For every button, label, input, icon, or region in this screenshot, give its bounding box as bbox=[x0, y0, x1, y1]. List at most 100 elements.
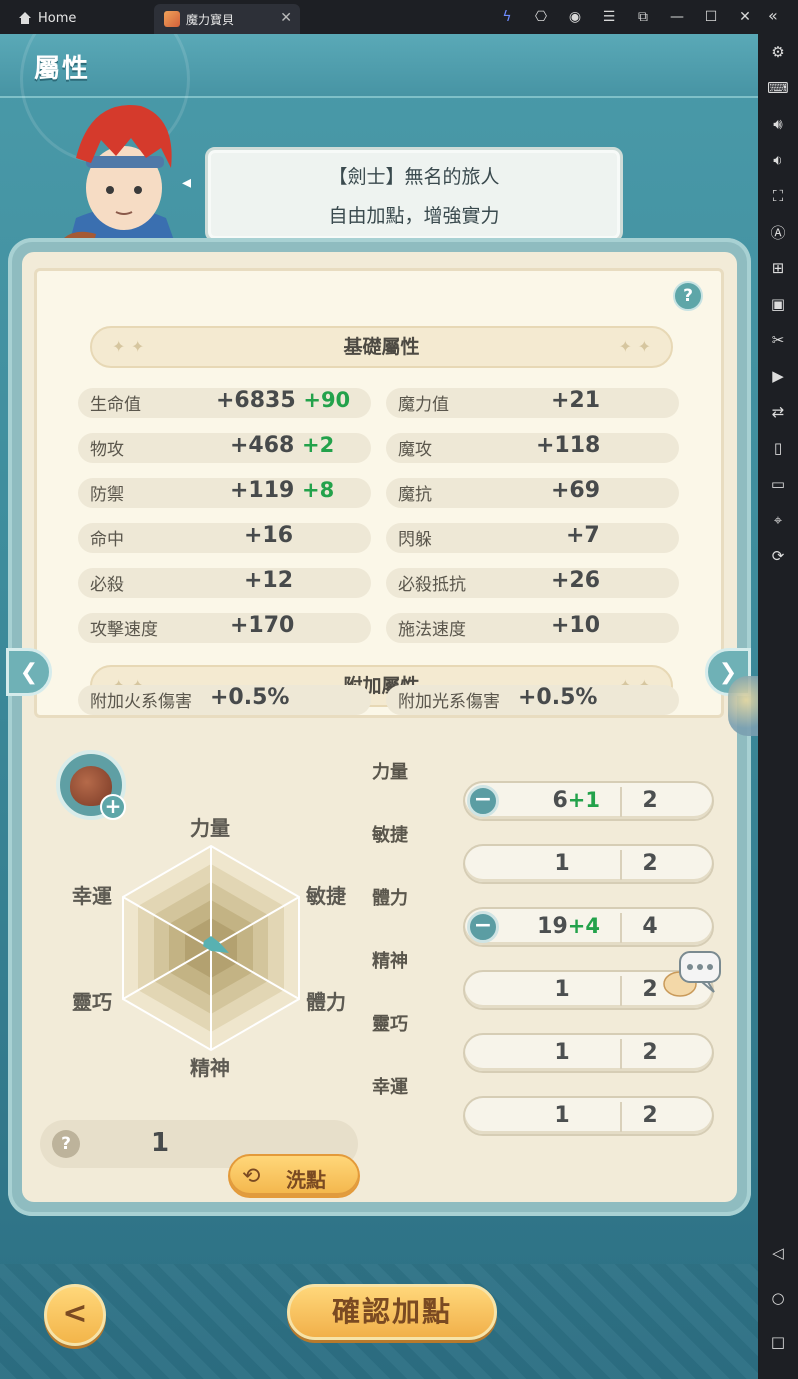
stat-value: +119 +8 bbox=[230, 478, 335, 503]
sparkle-icon: ✦ ✦ bbox=[112, 337, 145, 356]
macro-icon[interactable]: Ⓐ bbox=[766, 220, 790, 244]
home-tab[interactable]: Home bbox=[18, 7, 76, 29]
account-icon[interactable]: ◉ bbox=[558, 6, 592, 28]
home-nav-icon[interactable]: ○ bbox=[766, 1286, 790, 1310]
confirm-allocation-button[interactable]: 確認加點 bbox=[287, 1284, 497, 1340]
stat-label: 攻擊速度 bbox=[90, 620, 158, 640]
divider bbox=[620, 850, 622, 880]
rotate-icon[interactable]: ⟳ bbox=[766, 544, 790, 568]
alloc-current: 6+1 bbox=[552, 788, 600, 813]
add-window-icon[interactable]: ⊞ bbox=[766, 256, 790, 280]
stat-value: +69 bbox=[551, 478, 601, 503]
reset-points-button[interactable]: ⟲ 洗點 bbox=[228, 1154, 360, 1198]
chat-bubble-icon[interactable] bbox=[662, 948, 722, 1000]
stat-label: 命中 bbox=[90, 530, 124, 550]
speech-tail-icon: ◂ bbox=[182, 172, 192, 193]
screenshot-icon[interactable]: ⛶ bbox=[766, 184, 790, 208]
basic-stats-title: 基礎屬性 bbox=[343, 336, 420, 358]
menu-icon[interactable]: ☰ bbox=[592, 6, 626, 28]
alloc-label: 精神 bbox=[372, 951, 408, 972]
alloc-row-vitality: − 19+4 4 bbox=[463, 907, 714, 947]
stat-value: +468 +2 bbox=[230, 433, 335, 458]
back-button[interactable]: < bbox=[44, 1284, 106, 1346]
bubble-hint: 自由加點，增強實力 bbox=[328, 205, 500, 227]
radar-label-luck: 幸運 bbox=[72, 884, 112, 908]
stat-label: 生命值 bbox=[90, 395, 141, 415]
location-icon[interactable]: ⌖ bbox=[766, 508, 790, 532]
stat-label: 附加光系傷害 bbox=[398, 692, 500, 712]
bolt-icon[interactable]: ϟ bbox=[490, 6, 524, 28]
stat-label: 魔抗 bbox=[398, 485, 432, 505]
stat-bonus: +90 bbox=[303, 388, 351, 412]
emulator-titlebar: Home 魔力寶貝 ✕ ϟ ⎔ ◉ ☰ ⧉ — ☐ ✕ « bbox=[0, 0, 798, 34]
remaining-points: 1 bbox=[150, 1128, 170, 1158]
stat-label: 附加火系傷害 bbox=[90, 692, 192, 712]
radar-label-agility: 敏捷 bbox=[306, 884, 346, 908]
radar-label-dexterity: 靈巧 bbox=[72, 990, 112, 1014]
stat-bonus: +8 bbox=[302, 478, 335, 502]
alloc-row-agility[interactable]: 1 2 bbox=[463, 844, 714, 884]
alloc-label: 靈巧 bbox=[372, 1014, 408, 1035]
minus-button[interactable]: − bbox=[467, 911, 499, 943]
sync-icon[interactable]: ⇄ bbox=[766, 400, 790, 424]
alloc-available: 2 bbox=[642, 1103, 658, 1128]
back-nav-icon[interactable]: ◁ bbox=[766, 1241, 790, 1265]
settings-icon[interactable]: ⚙ bbox=[766, 40, 790, 64]
alloc-row-luck[interactable]: 1 2 bbox=[463, 1096, 714, 1136]
alloc-current: 1 bbox=[554, 977, 570, 1002]
folder-icon[interactable]: ▭ bbox=[766, 472, 790, 496]
prev-page-button[interactable]: ❮ bbox=[6, 648, 52, 696]
emulator-sidebar: ⚙ ⌨ 🔊︎ 🔉︎ ⛶ Ⓐ ⊞ ▣ ✂ ▶ ⇄ ▯ ▭ ⌖ ⟳ ◁ ○ □ bbox=[758, 34, 798, 1379]
alloc-row-strength: − 6+1 2 bbox=[463, 781, 714, 821]
volume-down-icon[interactable]: 🔉︎ bbox=[766, 148, 790, 172]
stat-value: +10 bbox=[551, 613, 601, 638]
recents-nav-icon[interactable]: □ bbox=[766, 1330, 790, 1354]
stat-label: 魔力值 bbox=[398, 395, 449, 415]
stat-label: 必殺 bbox=[90, 575, 124, 595]
window-restore-icon[interactable]: ⧉ bbox=[626, 6, 660, 28]
stat-row: 必殺 +12 bbox=[78, 568, 371, 598]
home-icon bbox=[19, 12, 31, 24]
stat-value: +0.5% bbox=[518, 685, 598, 710]
stat-value: +7 bbox=[566, 523, 600, 548]
plus-icon[interactable]: + bbox=[100, 794, 126, 820]
alloc-available: 2 bbox=[642, 1040, 658, 1065]
keyboard-icon[interactable]: ⌨ bbox=[766, 76, 790, 100]
alloc-label: 幸運 bbox=[372, 1077, 408, 1098]
basic-stats-banner: ✦ ✦ 基礎屬性 ✦ ✦ bbox=[90, 326, 673, 368]
shake-icon[interactable]: ▯ bbox=[766, 436, 790, 460]
collapse-sidebar-icon[interactable]: « bbox=[768, 6, 788, 28]
stat-row: 施法速度 +10 bbox=[386, 613, 679, 643]
minus-button[interactable]: − bbox=[467, 785, 499, 817]
stat-bonus: +2 bbox=[302, 433, 335, 457]
stats-help-button[interactable]: ? bbox=[673, 281, 703, 311]
divider bbox=[620, 1102, 622, 1132]
gamepad-icon[interactable]: ⎔ bbox=[524, 6, 558, 28]
stat-value: +16 bbox=[244, 523, 294, 548]
cut-icon[interactable]: ✂ bbox=[766, 328, 790, 352]
seed-item-button[interactable]: + bbox=[56, 750, 126, 820]
stat-row: 附加火系傷害 +0.5% bbox=[78, 685, 371, 715]
alloc-row-dexterity[interactable]: 1 2 bbox=[463, 1033, 714, 1073]
alloc-current: 19+4 bbox=[537, 914, 600, 939]
apk-icon[interactable]: ▣ bbox=[766, 292, 790, 316]
stat-value: +21 bbox=[551, 388, 601, 413]
home-tab-label: Home bbox=[38, 10, 77, 26]
record-icon[interactable]: ▶ bbox=[766, 364, 790, 388]
stats-card[interactable]: ✦ ✦ 基礎屬性 ✦ ✦ ? 生命值 +6835 +90 物攻 +468 +2 … bbox=[34, 268, 724, 718]
volume-up-icon[interactable]: 🔊︎ bbox=[766, 112, 790, 136]
points-help-button[interactable]: ? bbox=[52, 1130, 80, 1158]
tab-close-icon[interactable]: ✕ bbox=[280, 10, 292, 26]
maximize-icon[interactable]: ☐ bbox=[694, 6, 728, 28]
alloc-label: 力量 bbox=[372, 762, 408, 783]
stat-label: 施法速度 bbox=[398, 620, 466, 640]
close-icon[interactable]: ✕ bbox=[728, 6, 762, 28]
stat-value: +170 bbox=[230, 613, 295, 638]
stat-row: 攻擊速度 +170 bbox=[78, 613, 371, 643]
minimize-icon[interactable]: — bbox=[660, 6, 694, 28]
chevron-left-icon: < bbox=[62, 1296, 88, 1331]
companion-peek[interactable] bbox=[728, 676, 758, 736]
game-tab[interactable]: 魔力寶貝 ✕ bbox=[154, 4, 300, 34]
stat-row: 魔攻 +118 bbox=[386, 433, 679, 463]
stat-row: 附加光系傷害 +0.5% bbox=[386, 685, 679, 715]
